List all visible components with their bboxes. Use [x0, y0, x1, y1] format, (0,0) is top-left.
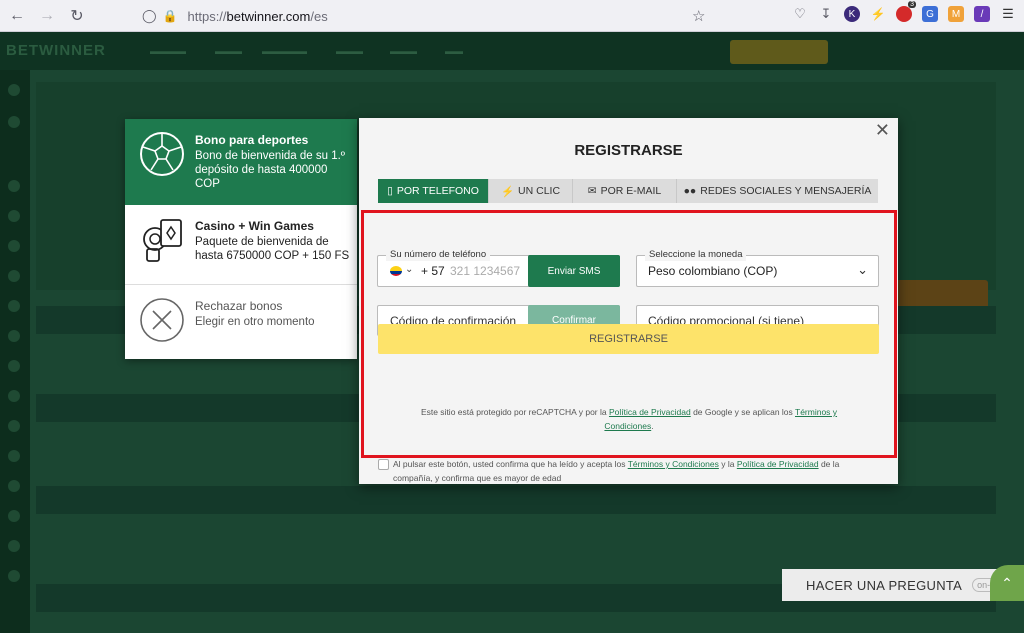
- users-icon: ●●: [683, 185, 697, 197]
- bonus-title: Casino + Win Games: [195, 219, 314, 233]
- casino-chips-icon: [143, 219, 182, 262]
- bonus-panel: Bono para deportes Bono de bienvenida de…: [125, 119, 357, 359]
- currency-value: Peso colombiano (COP): [648, 264, 778, 278]
- tab-phone[interactable]: ▯ POR TELEFONO: [378, 179, 489, 203]
- site-sidebar: [0, 70, 30, 633]
- nav-item: ▬▬▬▬: [150, 46, 186, 56]
- forward-icon[interactable]: →: [34, 3, 60, 29]
- table-row: [36, 486, 996, 514]
- envelope-icon: ✉: [587, 185, 597, 197]
- red-extension-icon[interactable]: 3: [896, 1, 916, 22]
- bolt-extension-icon[interactable]: ⚡: [870, 6, 886, 22]
- decline-x-icon: [140, 298, 184, 342]
- url-prefix: https://: [187, 8, 227, 24]
- translate-icon[interactable]: G: [922, 6, 938, 22]
- metamask-icon[interactable]: M: [948, 6, 964, 22]
- bonus-sports[interactable]: Bono para deportes Bono de bienvenida de…: [125, 119, 357, 205]
- colombia-flag-icon[interactable]: [390, 266, 402, 276]
- address-bar[interactable]: ◯ 🔒 https://betwinner.com/es: [142, 4, 722, 28]
- tab-social[interactable]: ●● REDES SOCIALES Y MENSAJERÍA: [677, 179, 878, 203]
- currency-label: Seleccione la moneda: [645, 249, 747, 261]
- back-icon[interactable]: ←: [4, 3, 30, 29]
- download-icon[interactable]: ↧: [818, 6, 834, 22]
- bonus-desc: Bono de bienvenida de su 1.º depósito de…: [195, 150, 345, 190]
- phone-icon: ▯: [387, 185, 393, 197]
- bonus-desc: Elegir en otro momento: [195, 316, 315, 328]
- tab-one-click[interactable]: ⚡ UN CLIC: [489, 179, 573, 203]
- terms-link[interactable]: Términos y: [795, 407, 837, 417]
- menu-icon[interactable]: ☰: [1000, 6, 1016, 22]
- registration-modal: ✕ REGISTRARSE ▯ POR TELEFONO ⚡ UN CLIC ✉…: [359, 118, 898, 484]
- browser-toolbar: ← → ↻ ◯ 🔒 https://betwinner.com/es ☆ ♡ ↧…: [0, 0, 1024, 32]
- country-code: + 57: [421, 264, 445, 278]
- reload-icon[interactable]: ↻: [64, 3, 90, 29]
- bookmark-star-icon[interactable]: ☆: [692, 7, 705, 25]
- bolt-icon: ⚡: [500, 185, 515, 198]
- shield-icon: ◯: [142, 8, 157, 23]
- send-sms-button[interactable]: Enviar SMS: [528, 255, 620, 287]
- phone-input[interactable]: 321 1234567: [450, 264, 520, 278]
- tab-label: REDES SOCIALES Y MENSAJERÍA: [700, 185, 872, 197]
- nav-item: ▬▬: [445, 46, 463, 56]
- ask-question-button[interactable]: HACER UNA PREGUNTA on-line ⌃: [782, 565, 1024, 601]
- puzzle-extension-icon[interactable]: /: [974, 6, 990, 22]
- registration-tabs: ▯ POR TELEFONO ⚡ UN CLIC ✉ POR E-MAIL ●●…: [378, 179, 878, 203]
- tab-label: POR TELEFONO: [396, 185, 479, 197]
- consent-text: Al pulsar este botón, usted confirma que…: [393, 459, 840, 483]
- tab-email[interactable]: ✉ POR E-MAIL: [573, 179, 677, 203]
- nav-item: ▬▬▬▬▬: [262, 46, 307, 56]
- nav-item: ▬▬▬: [215, 46, 242, 56]
- bonus-title: Rechazar bonos: [195, 299, 283, 313]
- currency-select[interactable]: Seleccione la moneda Peso colombiano (CO…: [636, 249, 879, 287]
- phone-label: Su número de teléfono: [386, 249, 491, 261]
- recaptcha-notice: Este sitio está protegido por reCAPTCHA …: [420, 407, 838, 431]
- terms-link[interactable]: Términos y Condiciones: [628, 459, 719, 469]
- bonus-desc: Paquete de bienvenida de hasta 6750000 C…: [195, 236, 350, 262]
- tab-label: UN CLIC: [518, 185, 561, 197]
- terms-link[interactable]: Condiciones: [604, 421, 651, 431]
- extensions-bar: ♡ ↧ K ⚡ 3 G M / ☰: [792, 1, 1016, 22]
- site-register-button: [730, 40, 828, 64]
- modal-title: REGISTRARSE: [574, 142, 683, 159]
- extension-badge: 3: [908, 1, 916, 8]
- chat-label: HACER UNA PREGUNTA: [806, 577, 963, 593]
- bonus-decline[interactable]: Rechazar bonos Elegir en otro momento: [125, 285, 357, 359]
- site-logo: BETWINNER: [6, 42, 106, 59]
- url-host: betwinner.com: [226, 8, 311, 24]
- pocket-icon[interactable]: ♡: [792, 6, 808, 22]
- consent-checkbox[interactable]: [378, 459, 389, 470]
- bonus-casino[interactable]: Casino + Win Games Paquete de bienvenida…: [125, 205, 357, 285]
- k-extension-icon[interactable]: K: [844, 6, 860, 22]
- register-submit-button[interactable]: REGISTRARSE: [378, 324, 879, 354]
- bonus-title: Bono para deportes: [195, 133, 309, 147]
- tab-label: POR E-MAIL: [600, 185, 662, 197]
- soccer-ball-icon: [140, 132, 184, 176]
- nav-item: ▬▬▬: [336, 46, 363, 56]
- privacy-link[interactable]: Política de Privacidad: [609, 407, 691, 417]
- url-path: /es: [310, 8, 328, 24]
- close-icon[interactable]: ✕: [875, 120, 890, 141]
- lock-icon: 🔒: [162, 9, 178, 23]
- site-header: BETWINNER ▬▬▬▬ ▬▬▬ ▬▬▬▬▬ ▬▬▬ ▬▬▬ ▬▬: [0, 32, 1024, 70]
- chevron-down-icon: ⌄: [857, 262, 868, 277]
- chevron-down-icon[interactable]: ⌄: [405, 264, 413, 275]
- nav-item: ▬▬▬: [390, 46, 417, 56]
- privacy-link[interactable]: Política de Privacidad: [737, 459, 819, 469]
- scroll-top-icon[interactable]: ⌃: [990, 565, 1024, 601]
